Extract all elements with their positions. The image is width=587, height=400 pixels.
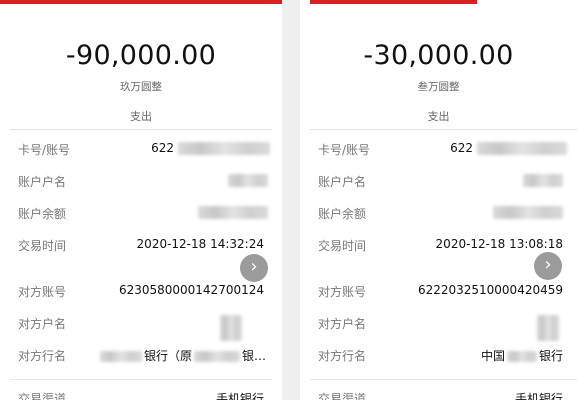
field-row-channel: 交易渠道 手机银行 [300, 390, 587, 400]
field-row-counterparty-name: 对方户名 [300, 315, 587, 341]
redacted-block [506, 351, 537, 362]
redacted-block [178, 142, 270, 155]
redacted-block [220, 315, 242, 341]
field-row-counterparty-bank: 对方行名 银行（原 银… [0, 347, 282, 367]
divider [310, 129, 577, 130]
field-row-channel: 交易渠道 手机银行 [0, 390, 282, 400]
transaction-amount: -90,000.00 [65, 40, 217, 71]
field-label: 账户余额 [18, 207, 67, 221]
balance-value [198, 205, 268, 219]
redacted-block [99, 351, 142, 362]
field-label: 交易渠道 [18, 392, 67, 400]
counterparty-account-value: 6222032510000420459 [417, 283, 563, 297]
redacted-block [198, 206, 268, 219]
field-label: 对方行名 [318, 349, 367, 363]
field-row-balance: 账户余额 [0, 205, 282, 225]
counterparty-bank-value: 中国 银行 [480, 349, 563, 363]
counterparty-bank-value: 银行（原 银… [99, 347, 266, 364]
field-row-account-name: 账户户名 [300, 173, 587, 193]
field-row-counterparty-bank: 对方行名 中国 银行 [300, 347, 587, 367]
transaction-time-value: 2020-12-18 13:08:18 [435, 237, 563, 251]
field-label: 卡号/账号 [18, 143, 71, 157]
amount-in-words: 玖万圆整 [120, 81, 162, 93]
transaction-detail-left: -90,000.00 玖万圆整 支出 卡号/账号 622 账户户名 账户余额 交… [0, 0, 282, 400]
field-row-counterparty-account: 对方账号 6222032510000420459 [300, 283, 587, 303]
account-name-value [523, 173, 563, 187]
redacted-block [193, 351, 240, 362]
redacted-block [523, 174, 563, 187]
counterparty-name-value [220, 315, 242, 341]
header-bar [0, 0, 282, 4]
field-label: 交易时间 [18, 239, 67, 253]
transaction-time-value: 2020-12-18 14:32:24 [136, 237, 264, 251]
field-label: 对方行名 [18, 349, 67, 363]
field-row-card-number: 卡号/账号 622 [300, 141, 587, 161]
field-label: 对方账号 [318, 285, 367, 299]
divider [10, 379, 272, 380]
field-label: 卡号/账号 [318, 143, 371, 157]
transaction-detail-right: -30,000.00 叁万圆整 支出 卡号/账号 622 账户户名 账户余额 交… [300, 0, 587, 400]
card-number-value: 622 [450, 141, 567, 155]
channel-value: 手机银行 [514, 392, 563, 400]
field-label: 账户户名 [18, 175, 67, 189]
field-label: 对方账号 [18, 285, 67, 299]
transaction-amount: -30,000.00 [363, 40, 514, 71]
redacted-block [537, 315, 559, 341]
redacted-block [493, 206, 563, 219]
balance-value [493, 205, 563, 219]
field-label: 对方户名 [318, 317, 367, 331]
field-row-account-name: 账户户名 [0, 173, 282, 193]
divider [310, 379, 577, 380]
card-number-value: 622 [151, 141, 270, 155]
divider [10, 129, 272, 130]
field-row-balance: 账户余额 [300, 205, 587, 225]
field-row-counterparty-name: 对方户名 [0, 315, 282, 341]
chevron-right-icon[interactable]: › [534, 252, 562, 280]
field-label: 交易时间 [318, 239, 367, 253]
counterparty-name-value [537, 315, 559, 341]
field-label: 账户余额 [318, 207, 367, 221]
channel-value: 手机银行 [215, 392, 264, 400]
amount-in-words: 叁万圆整 [417, 81, 460, 93]
redacted-block [477, 142, 567, 155]
field-row-card-number: 卡号/账号 622 [0, 141, 282, 161]
chevron-right-icon[interactable]: › [240, 254, 268, 282]
field-row-time: 交易时间 2020-12-18 14:32:24 [0, 237, 282, 257]
field-label: 对方户名 [18, 317, 67, 331]
transaction-direction: 支出 [427, 110, 450, 123]
account-name-value [228, 173, 268, 187]
field-row-counterparty-account: 对方账号 6230580000142700124 [0, 283, 282, 303]
transaction-direction: 支出 [130, 110, 152, 123]
redacted-block [228, 174, 268, 187]
header-bar [310, 0, 477, 4]
field-label: 账户户名 [318, 175, 367, 189]
field-label: 交易渠道 [318, 392, 367, 400]
counterparty-account-value: 6230580000142700124 [118, 283, 264, 297]
